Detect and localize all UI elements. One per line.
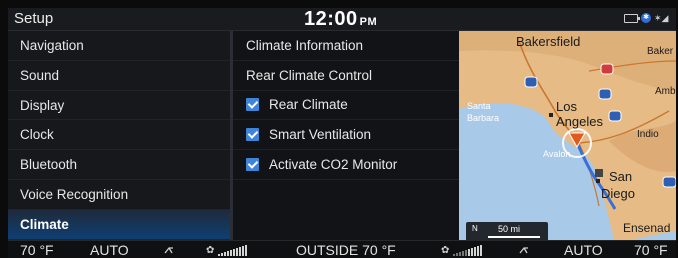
menu-item-bluetooth[interactable]: Bluetooth [8, 150, 230, 180]
rear-climate-item[interactable]: Rear Climate [233, 91, 459, 121]
map-label-avalon: Avalon [543, 149, 571, 159]
right-temperature[interactable]: 70 °F [634, 242, 668, 258]
scale-text: 50 mi [498, 224, 521, 234]
clock-ampm: PM [359, 16, 378, 28]
co2-monitor-label: Activate CO2 Monitor [269, 157, 398, 173]
signal-icon: ✶◢ [654, 13, 669, 23]
scale-bar [488, 236, 540, 238]
map-label-san: San [609, 169, 633, 184]
right-airflow-icon[interactable] [518, 245, 532, 255]
menu-item-sound[interactable]: Sound [8, 61, 230, 91]
rear-climate-control-label: Rear Climate Control [246, 67, 373, 83]
map-label-los: Los [556, 99, 577, 114]
menu-item-voice-recognition[interactable]: Voice Recognition [8, 180, 230, 210]
battery-icon [624, 13, 640, 23]
map-label-santa: Santa [467, 101, 491, 111]
climate-information-label: Climate Information [246, 37, 364, 53]
north-indicator: N [472, 224, 478, 233]
left-auto-mode[interactable]: AUTO [90, 242, 129, 258]
screen-frame: Setup 12:00 PM ✱ ✶◢ Navigation Sound Disp… [8, 8, 676, 258]
rear-climate-label: Rear Climate [269, 97, 348, 113]
right-auto-mode[interactable]: AUTO [564, 242, 603, 258]
setup-menu: Navigation Sound Display Clock Bluetooth… [8, 31, 230, 240]
smart-ventilation-item[interactable]: Smart Ventilation [233, 120, 459, 151]
map-label-diego: Diego [601, 186, 635, 201]
map-label-indio: Indio [637, 129, 659, 140]
map-view[interactable]: Bakersfield Baker Amb Santa Barbara Los … [459, 31, 676, 240]
co2-monitor-checkbox[interactable] [246, 158, 259, 172]
rear-climate-control-item[interactable]: Rear Climate Control [233, 61, 459, 91]
climate-settings-list: Climate Information Rear Climate Control… [233, 31, 459, 240]
menu-item-navigation[interactable]: Navigation [8, 31, 230, 61]
map-scale: N 50 mi [466, 222, 548, 240]
co2-monitor-item[interactable]: Activate CO2 Monitor [233, 150, 459, 180]
left-temperature[interactable]: 70 °F [20, 242, 54, 258]
menu-item-clock[interactable]: Clock [8, 120, 230, 151]
status-bar: Setup 12:00 PM ✱ ✶◢ [8, 8, 676, 31]
bluetooth-icon: ✱ [641, 13, 651, 23]
page-title: Setup [14, 10, 54, 27]
menu-item-display[interactable]: Display [8, 91, 230, 121]
climate-bar: 70 °F AUTO ✿ OUTSIDE 70 °F ✿ AUTO 70 °F [8, 240, 676, 258]
map-label-baker: Baker [647, 46, 674, 57]
outside-temperature: OUTSIDE 70 °F [296, 242, 396, 258]
left-fan-level[interactable] [218, 245, 247, 256]
rear-climate-checkbox[interactable] [246, 98, 259, 112]
map-label-angeles: Angeles [556, 114, 603, 129]
map-label-amb: Amb [655, 86, 676, 97]
climate-information-item[interactable]: Climate Information [233, 31, 459, 61]
map-label-bakersfield: Bakersfield [516, 34, 581, 49]
status-icons: ✱ ✶◢ [624, 13, 668, 23]
menu-item-climate[interactable]: Climate [8, 209, 230, 240]
map-label-barbara: Barbara [467, 113, 500, 123]
clock-time: 12:00 [304, 8, 358, 30]
clock: 12:00 PM [304, 8, 377, 31]
right-fan-level[interactable] [453, 245, 482, 256]
smart-ventilation-label: Smart Ventilation [269, 127, 372, 143]
left-airflow-icon[interactable] [163, 245, 177, 255]
smart-ventilation-checkbox[interactable] [246, 128, 259, 142]
map-label-ensenada: Ensenad [623, 221, 671, 235]
right-fan-icon: ✿ [441, 245, 450, 256]
left-fan-icon: ✿ [206, 245, 215, 256]
